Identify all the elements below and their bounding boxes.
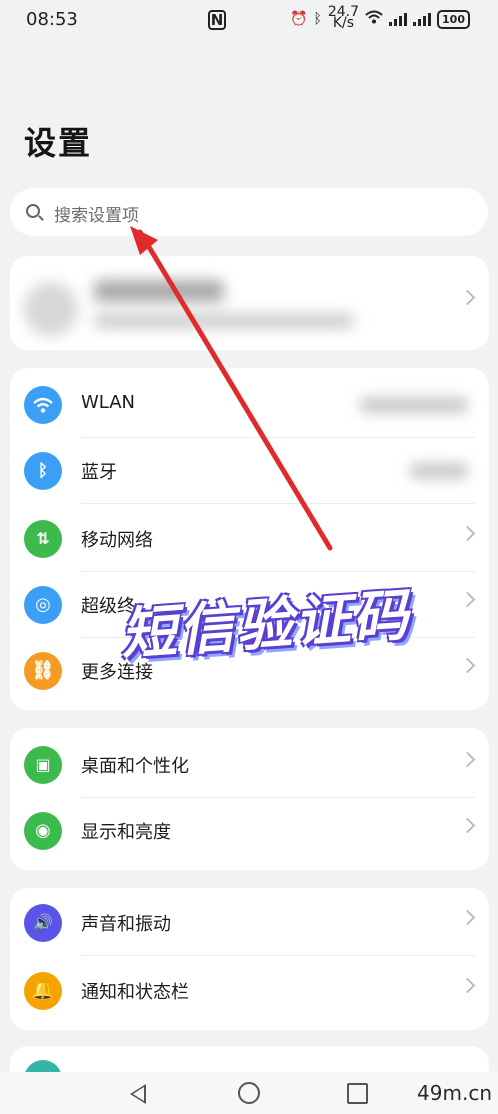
divider [81,955,475,956]
search-placeholder: 搜索设置项 [54,206,139,226]
settings-item-label: WLAN [81,392,136,413]
network-speed: 24.7 K/s [328,5,359,31]
settings-item-label: 蓝牙 [81,462,117,483]
wifi-icon [24,386,62,424]
signal-1-icon [389,12,408,26]
settings-item-bluetooth[interactable]: ᛒ 蓝牙 [10,438,489,504]
battery-icon: 100 [437,9,470,29]
signal-2-icon [413,12,432,26]
network-speed-unit: K/s [332,15,355,31]
bell-icon: 🔔 [24,972,62,1010]
account-card[interactable] [10,256,489,350]
chevron-right-icon [459,909,476,926]
page-title: 设置 [24,124,93,162]
status-bar: 08:53 N ⏰ ᛒ 24.7 K/s 100 [0,0,498,40]
status-icons: ⏰ ᛒ 24.7 K/s 100 [290,5,470,31]
back-icon[interactable] [130,1084,146,1104]
recent-apps-icon[interactable] [347,1083,368,1104]
chevron-right-icon [459,751,476,768]
search-icon [26,204,40,218]
alarm-icon: ⏰ [290,11,308,27]
super-device-icon: ◎ [24,586,62,624]
bluetooth-icon: ᛒ [24,452,62,490]
wlan-value-blurred [359,396,469,414]
nfc-icon: N [208,10,226,30]
search-bar[interactable]: 搜索设置项 [10,188,488,236]
account-row [10,270,489,336]
speaker-icon: 🔊 [24,904,62,942]
display-card: ▣ 桌面和个性化 ◉ 显示和亮度 [10,728,489,870]
sound-card: 🔊 声音和振动 🔔 通知和状态栏 [10,888,489,1030]
settings-item-sound-vibration[interactable]: 🔊 声音和振动 [10,890,489,956]
settings-item-label: 通知和状态栏 [81,982,189,1003]
chevron-right-icon [459,525,476,542]
divider [81,503,475,504]
chevron-right-icon [459,977,476,994]
chevron-right-icon [459,289,476,306]
home-icon[interactable] [238,1082,260,1104]
settings-item-home-personalization[interactable]: ▣ 桌面和个性化 [10,732,489,798]
settings-item-label: 桌面和个性化 [81,756,189,777]
settings-item-label: 移动网络 [81,530,153,551]
settings-item-wlan[interactable]: WLAN [10,372,489,438]
chevron-right-icon [459,817,476,834]
wallpaper-icon: ▣ [24,746,62,784]
settings-item-notifications[interactable]: 🔔 通知和状态栏 [10,958,489,1024]
wifi-status-icon [365,10,383,28]
watermark: 49m.cn [417,1081,492,1105]
bluetooth-status-icon: ᛒ [313,11,322,27]
chevron-right-icon [459,591,476,608]
settings-item-mobile-network[interactable]: ⇅ 移动网络 [10,506,489,572]
bluetooth-value-blurred [409,462,469,480]
chevron-right-icon [459,657,476,674]
settings-item-display-brightness[interactable]: ◉ 显示和亮度 [10,798,489,864]
link-icon: ⛓ [24,652,62,690]
settings-item-label: 声音和振动 [81,914,171,935]
mobile-data-icon: ⇅ [24,520,62,558]
eye-icon: ◉ [24,812,62,850]
status-time: 08:53 [26,9,78,30]
settings-item-label: 显示和亮度 [81,822,171,843]
